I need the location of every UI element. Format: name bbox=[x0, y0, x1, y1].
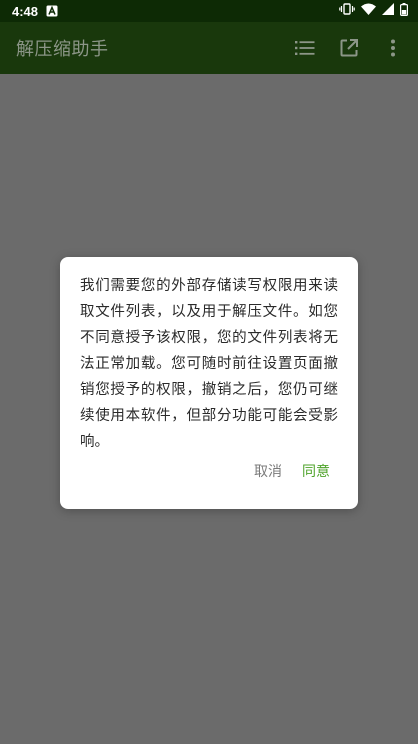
permission-dialog: 我们需要您的外部存储读写权限用来读取文件列表，以及用于解压文件。如您不同意授予该… bbox=[60, 257, 358, 509]
wifi-icon bbox=[361, 3, 376, 19]
status-icons bbox=[339, 2, 409, 20]
status-bar: 4:48 bbox=[0, 0, 418, 22]
dialog-buttons: 取消 同意 bbox=[254, 461, 330, 481]
signal-icon bbox=[382, 3, 394, 19]
open-external-icon[interactable] bbox=[334, 33, 364, 63]
app-actions bbox=[290, 33, 408, 63]
a-notification-icon bbox=[46, 5, 58, 17]
battery-icon bbox=[400, 2, 409, 20]
more-vert-icon[interactable] bbox=[378, 33, 408, 63]
list-icon[interactable] bbox=[290, 33, 320, 63]
app-title: 解压缩助手 bbox=[16, 39, 109, 60]
dialog-message: 我们需要您的外部存储读写权限用来读取文件列表，以及用于解压文件。如您不同意授予该… bbox=[80, 278, 338, 450]
app-bar: 解压缩助手 bbox=[0, 22, 418, 74]
agree-button[interactable]: 同意 bbox=[302, 461, 330, 481]
status-time: 4:48 bbox=[12, 3, 39, 19]
cancel-button[interactable]: 取消 bbox=[254, 461, 282, 481]
vibrate-icon bbox=[339, 3, 355, 19]
